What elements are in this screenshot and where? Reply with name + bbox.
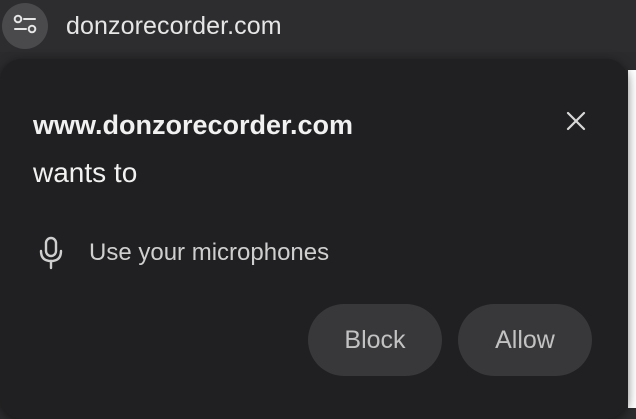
prompt-wants-to: wants to <box>33 157 138 188</box>
block-button[interactable]: Block <box>308 304 442 376</box>
prompt-site: www.donzorecorder.com <box>33 110 354 140</box>
close-icon <box>566 111 586 136</box>
address-bar: donzorecorder.com <box>0 0 636 52</box>
permission-prompt: www.donzorecorder.com wants to Use your … <box>0 59 628 419</box>
site-info-button[interactable] <box>2 3 48 49</box>
page-content <box>628 70 636 408</box>
microphone-icon <box>33 236 71 270</box>
tune-icon <box>12 13 38 40</box>
allow-button[interactable]: Allow <box>458 304 592 376</box>
permission-label: Use your microphones <box>89 239 330 266</box>
url-text[interactable]: donzorecorder.com <box>66 12 282 41</box>
permission-row: Use your microphones <box>33 233 329 273</box>
close-button[interactable] <box>556 103 596 143</box>
